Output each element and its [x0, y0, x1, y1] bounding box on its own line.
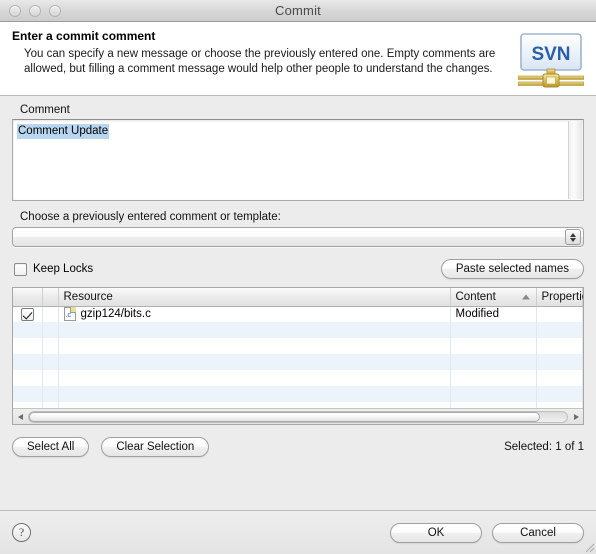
options-row: Keep Locks Paste selected names	[12, 259, 584, 279]
table-row-empty[interactable]	[13, 386, 583, 402]
table-row-empty[interactable]	[13, 370, 583, 386]
resize-grip-icon[interactable]	[582, 540, 595, 553]
table-row-empty[interactable]	[13, 322, 583, 338]
keep-locks-label: Keep Locks	[33, 263, 94, 275]
column-header-resource[interactable]: Resource	[58, 288, 451, 307]
template-label: Choose a previously entered comment or t…	[20, 211, 281, 223]
row-content-cell: Modified	[450, 306, 537, 322]
row-resource-label: gzip124/bits.c	[80, 308, 151, 321]
scrollbar-thumb[interactable]	[29, 411, 541, 422]
footer-buttons: OK Cancel	[390, 522, 584, 543]
comment-label: Comment	[20, 104, 70, 116]
comment-textarea[interactable]: Comment Update	[12, 119, 584, 201]
ok-button[interactable]: OK	[390, 522, 482, 543]
table-row-empty[interactable]	[13, 338, 583, 354]
column-header-content[interactable]: Content	[450, 288, 537, 307]
title-bar: Commit	[0, 0, 596, 22]
column-header-content-label: Content	[455, 290, 496, 303]
svn-logo-icon: SVN	[518, 33, 584, 88]
table-row[interactable]: .c gzip124/bits.c Modified	[13, 306, 583, 322]
comment-vertical-scrollbar[interactable]	[568, 121, 582, 199]
commit-dialog: Commit Enter a commit comment You can sp…	[0, 0, 596, 554]
selection-status: Selected: 1 of 1	[504, 441, 584, 453]
paste-selected-names-button[interactable]: Paste selected names	[440, 259, 584, 279]
dialog-body: Comment Comment Update Choose a previous…	[0, 96, 596, 504]
dialog-footer: ? OK Cancel	[0, 510, 596, 554]
combobox-stepper-icon[interactable]	[565, 229, 581, 245]
select-all-button[interactable]: Select All	[12, 437, 90, 457]
chevron-down-icon	[570, 237, 576, 242]
checkbox-checked-icon	[20, 307, 34, 321]
sort-ascending-icon	[521, 294, 530, 300]
banner-title: Enter a commit comment	[12, 29, 156, 43]
c-file-icon: .c	[63, 307, 76, 322]
table-row-empty[interactable]	[13, 354, 583, 370]
scroll-right-icon[interactable]	[569, 410, 583, 424]
resource-table[interactable]: Resource Content Properties	[12, 287, 584, 425]
row-checkbox-cell[interactable]	[13, 306, 43, 322]
window-title: Commit	[275, 3, 321, 18]
row-icon-cell	[42, 306, 59, 322]
dialog-banner: Enter a commit comment You can specify a…	[0, 22, 596, 96]
chevron-up-icon	[570, 232, 576, 237]
column-header-checkbox[interactable]	[13, 288, 43, 307]
table-header-row: Resource Content Properties	[13, 288, 583, 307]
row-resource-cell: .c gzip124/bits.c	[58, 306, 451, 322]
comment-value: Comment Update	[17, 124, 110, 139]
keep-locks-checkbox[interactable]: Keep Locks	[14, 262, 94, 276]
column-header-properties[interactable]: Properties	[536, 288, 583, 307]
scrollbar-track[interactable]	[28, 410, 568, 423]
row-properties-cell	[536, 306, 583, 322]
scroll-left-icon[interactable]	[13, 410, 27, 424]
banner-description: You can specify a new message or choose …	[24, 48, 496, 75]
help-icon[interactable]: ?	[12, 523, 31, 542]
svg-text:SVN: SVN	[531, 44, 570, 65]
selection-row: Select All Clear Selection Selected: 1 o…	[12, 437, 584, 457]
template-combobox[interactable]	[12, 227, 584, 247]
table-horizontal-scrollbar[interactable]	[13, 408, 583, 424]
cancel-button[interactable]: Cancel	[492, 522, 584, 543]
checkbox-icon	[14, 262, 27, 276]
clear-selection-button[interactable]: Clear Selection	[101, 437, 210, 457]
column-header-icon[interactable]	[42, 288, 59, 307]
